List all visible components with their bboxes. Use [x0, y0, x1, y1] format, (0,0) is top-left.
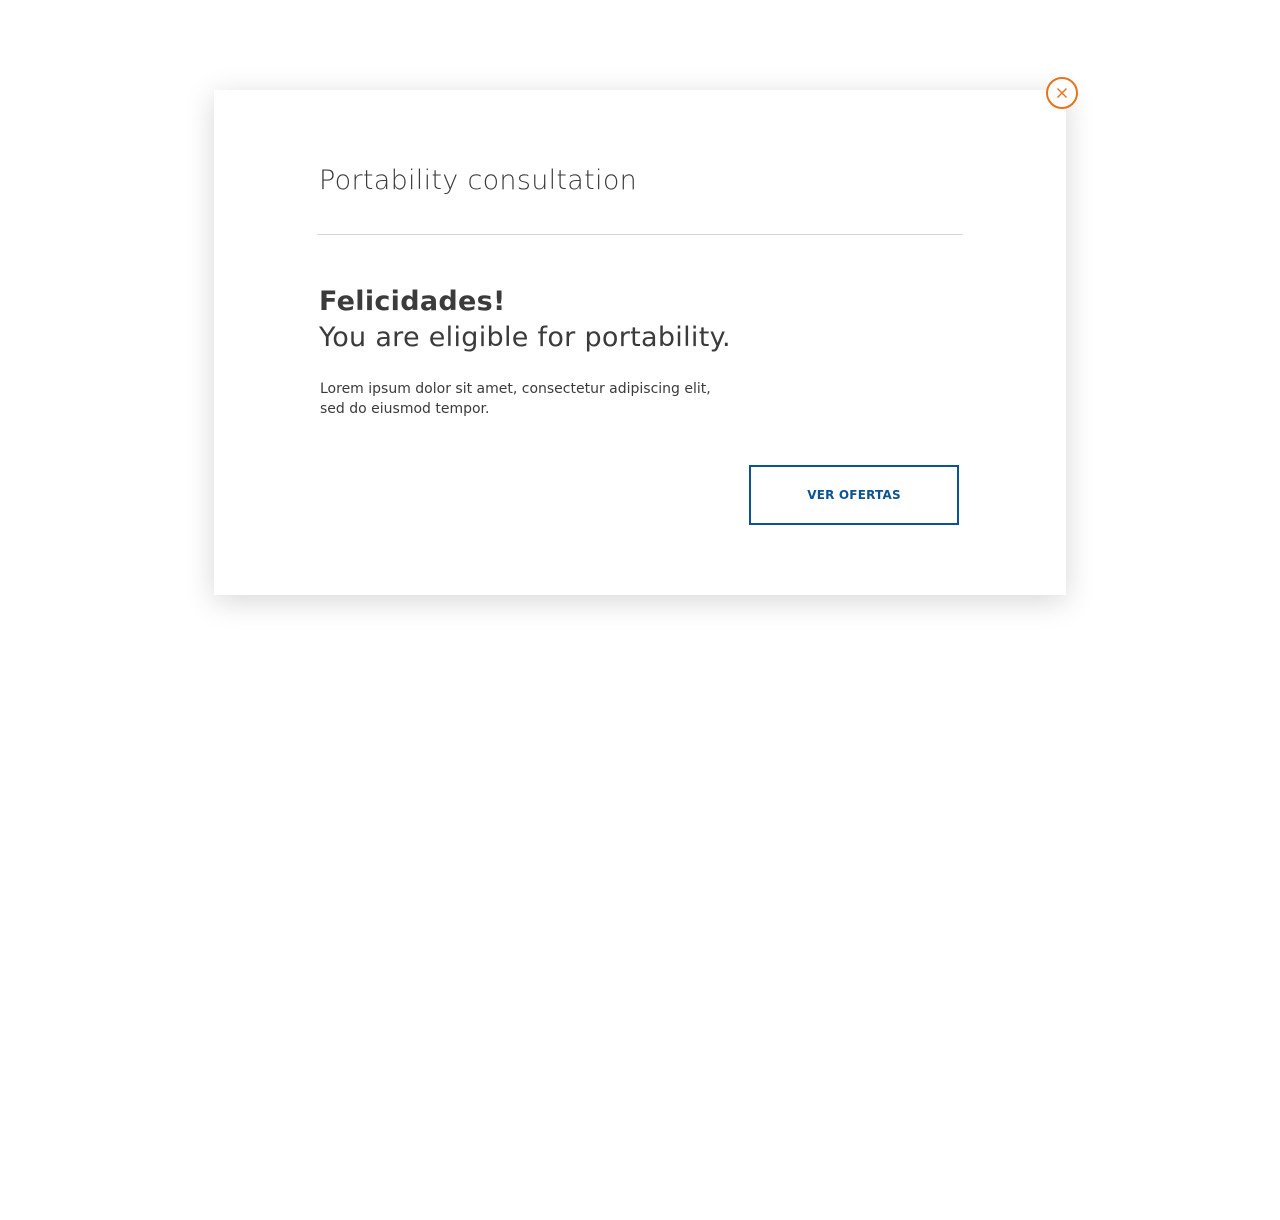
title-divider	[317, 234, 963, 235]
page: Portability consultation Felicidades! Yo…	[0, 0, 1280, 1220]
portability-modal: Portability consultation Felicidades! Yo…	[214, 90, 1066, 595]
result-headline: Felicidades!	[319, 286, 506, 317]
close-modal-button[interactable]	[1046, 77, 1078, 109]
view-offers-button[interactable]: VER OFERTAS	[749, 465, 959, 525]
close-icon	[1057, 88, 1067, 98]
modal-title: Portability consultation	[319, 165, 638, 196]
result-subheadline: You are eligible for portability.	[319, 322, 731, 353]
result-description: Lorem ipsum dolor sit amet, consectetur …	[320, 381, 711, 417]
